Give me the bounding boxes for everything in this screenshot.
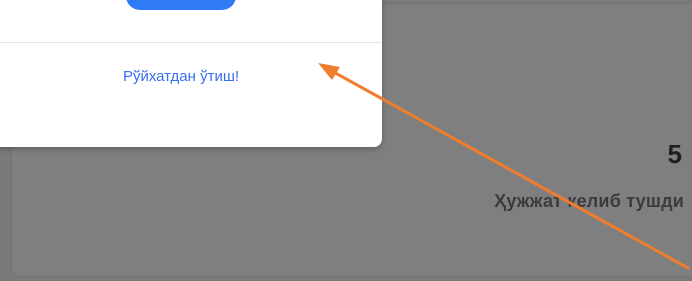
auth-modal: Рўйхатдан ўтиш! (0, 0, 382, 147)
register-link[interactable]: Рўйхатдан ўтиш! (0, 68, 382, 85)
submit-button[interactable] (126, 0, 236, 10)
stat-value: 5 (667, 139, 682, 169)
screen: 5 Ҳужжат келиб тушди Рўйхатдан ўтиш! (0, 0, 692, 281)
stat-label: Ҳужжат келиб тушди (494, 191, 684, 211)
modal-divider (0, 42, 382, 43)
